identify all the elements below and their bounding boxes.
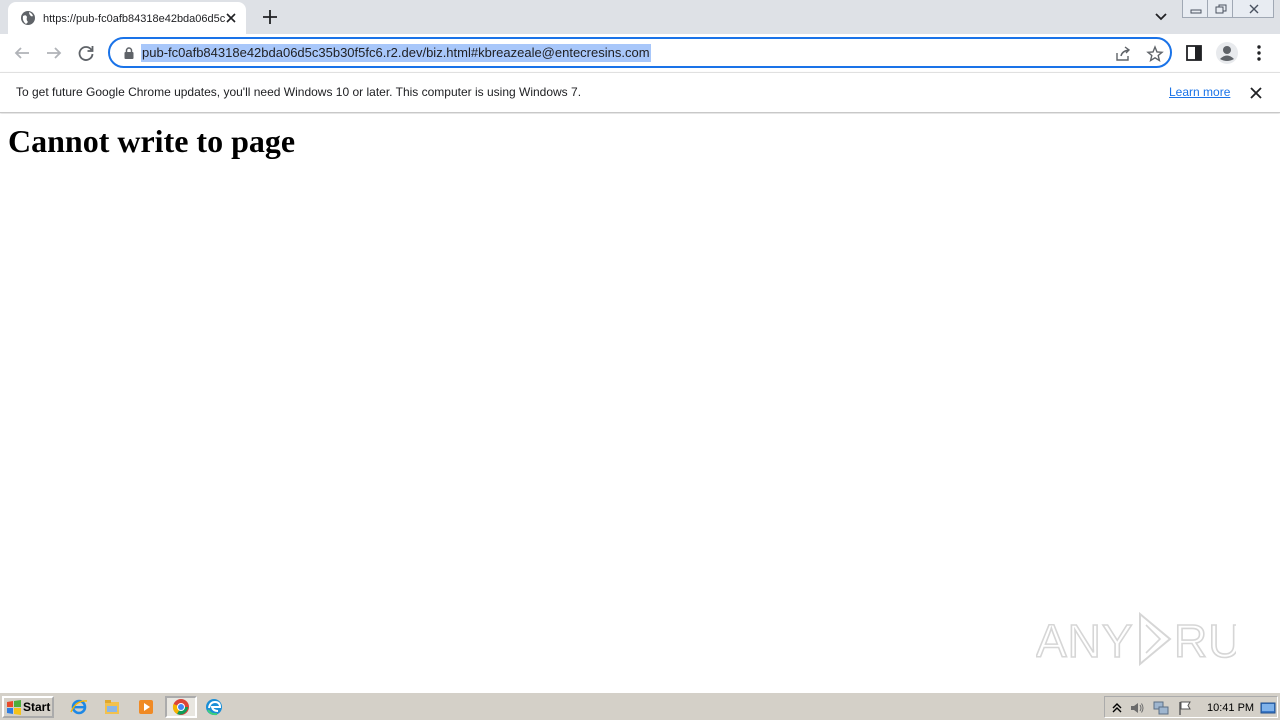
back-arrow-icon[interactable] [11,42,33,64]
network-icon[interactable] [1153,700,1169,716]
show-desktop-icon[interactable] [1260,700,1276,716]
star-icon[interactable] [1146,45,1164,63]
page-heading: Cannot write to page [8,123,296,159]
browser-tab[interactable]: https://pub-fc0afb84318e42bda06d5c35b30f… [8,2,246,34]
taskbar-internet-explorer[interactable] [66,696,92,718]
taskbar-file-explorer[interactable] [99,696,125,718]
minimize-button[interactable] [1182,0,1208,18]
taskbar-media-player[interactable] [133,696,159,718]
volume-icon[interactable] [1129,700,1145,716]
chrome-icon [172,699,189,715]
action-center-flag-icon[interactable] [1177,700,1193,716]
watermark-text-any: ANY [1036,615,1134,667]
screen: https://pub-fc0afb84318e42bda06d5c35b30f… [0,0,1280,720]
tab-strip: https://pub-fc0afb84318e42bda06d5c35b30f… [0,0,1280,34]
restore-icon [1215,4,1227,14]
profile-icon[interactable] [1215,41,1239,65]
tab-title: https://pub-fc0afb84318e42bda06d5c35b30f… [43,13,225,25]
start-label: Start [23,700,51,714]
close-icon[interactable] [1248,85,1264,101]
share-icon[interactable] [1114,45,1132,63]
show-hidden-icons-icon[interactable] [1109,700,1125,716]
new-tab-icon[interactable] [259,6,281,28]
start-button[interactable]: Start [2,696,54,718]
reload-icon[interactable] [75,42,97,64]
taskbar-clock[interactable]: 10:41 PM [1207,700,1254,716]
watermark-text-run: RUN [1174,615,1236,667]
infobar-message: To get future Google Chrome updates, you… [16,85,582,99]
browser-toolbar: pub-fc0afb84318e42bda06d5c35b30f5fc6.r2.… [0,34,1280,72]
close-icon [1249,4,1259,14]
watermark-logo: ANY RUN [1036,611,1236,668]
side-panel-icon[interactable] [1184,43,1204,63]
learn-more-link[interactable]: Learn more [1169,84,1230,100]
windows-flag-icon [7,700,21,715]
kebab-menu-icon[interactable] [1249,43,1269,63]
update-infobar: To get future Google Chrome updates, you… [0,72,1280,113]
taskbar-chrome[interactable] [165,696,197,718]
taskbar-edge[interactable] [201,696,227,718]
file-explorer-icon [105,700,119,714]
edge-icon [206,699,222,716]
taskbar: Start 10:41 PM [0,692,1280,720]
minimize-icon [1190,9,1202,14]
system-tray: 10:41 PM [1104,696,1278,718]
internet-explorer-icon [70,699,88,715]
url-text[interactable]: pub-fc0afb84318e42bda06d5c35b30f5fc6.r2.… [141,44,651,62]
lock-icon[interactable] [122,46,136,60]
chevron-down-icon[interactable] [1152,8,1170,26]
media-player-icon [139,700,153,714]
globe-icon [21,11,35,25]
restore-button[interactable] [1207,0,1233,18]
close-window-button[interactable] [1232,0,1274,18]
close-tab-icon[interactable] [223,10,239,26]
forward-arrow-icon[interactable] [43,42,65,64]
page-content: Cannot write to page ANY RUN [0,114,1280,692]
address-bar[interactable]: pub-fc0afb84318e42bda06d5c35b30f5fc6.r2.… [108,37,1172,68]
